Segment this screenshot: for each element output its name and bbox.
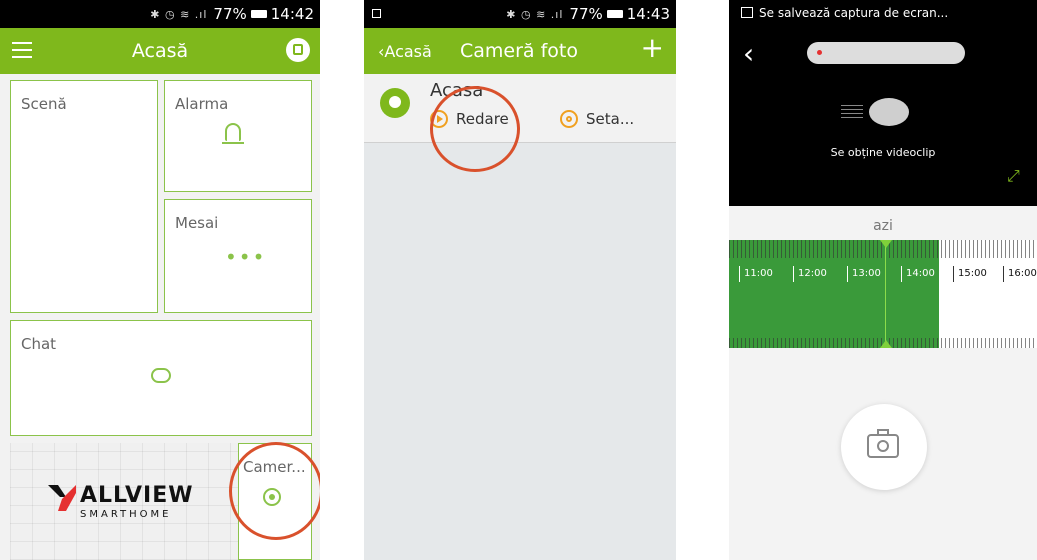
tile-chat-label: Chat: [21, 335, 57, 353]
battery-icon: [606, 10, 623, 18]
playback-timeline[interactable]: 11:00 12:00 13:00 14:00 15:00 16:00: [729, 240, 1037, 348]
highlight-circle: [430, 86, 520, 172]
camera-avatar-icon: [380, 88, 410, 118]
settings-icon[interactable]: [560, 110, 578, 128]
chat-bubble-icon: [151, 368, 171, 383]
tile-message[interactable]: Mesai •••: [164, 199, 312, 313]
add-camera-button[interactable]: +: [641, 34, 664, 62]
tile-alarm[interactable]: Alarma: [164, 80, 312, 192]
battery-icon: [250, 10, 267, 18]
tile-message-label: Mesai: [175, 214, 219, 232]
back-chevron-icon[interactable]: ‹: [743, 40, 754, 68]
timeline-hour: 11:00: [739, 266, 773, 282]
recording-indicator: [807, 42, 965, 64]
loading-mascot-icon: [869, 98, 909, 126]
highlight-circle: [229, 442, 320, 540]
motion-lines-icon: [841, 104, 863, 118]
signal-icons: ✱ ◷ ≋ .ıl: [150, 7, 208, 21]
more-dots-icon: •••: [225, 245, 267, 269]
page-title: Acasă: [131, 40, 189, 62]
notification-text: Se salvează captura de ecran...: [759, 6, 949, 20]
signal-icons: ✱ ◷ ≋ .ıl: [506, 7, 564, 21]
playhead[interactable]: [885, 240, 886, 348]
battery-percent: 77%: [213, 5, 247, 23]
notification-icon: [372, 9, 381, 18]
playhead-top-icon: [880, 240, 892, 248]
tile-alarm-label: Alarma: [175, 95, 229, 113]
camera-icon: [867, 429, 899, 458]
fullscreen-icon[interactable]: ⤢: [1007, 168, 1023, 184]
clock: 14:43: [626, 5, 670, 23]
phone-screen-playback: Se salvează captura de ecran... ‹ Se obț…: [729, 0, 1037, 560]
timeline-hour: 16:00: [1003, 266, 1037, 282]
app-header: ‹Acasă Cameră foto +: [364, 28, 676, 74]
page-title: Cameră foto: [460, 40, 578, 62]
phone-screen-cameras: ✱ ◷ ≋ .ıl 77% 14:43 ‹Acasă Cameră foto +…: [364, 0, 676, 560]
timeline-hour: 14:00: [901, 266, 935, 282]
screenshot-notification: Se salvează captura de ecran...: [741, 6, 948, 20]
timeline-hour: 13:00: [847, 266, 881, 282]
camera-list-item[interactable]: Acasa Redare Seta...: [364, 74, 676, 143]
brand-name: ALLVIEW: [80, 483, 194, 508]
battery-percent: 77%: [569, 5, 603, 23]
tile-scene[interactable]: Scenă: [10, 80, 158, 313]
status-bar: ✱ ◷ ≋ .ıl 77% 14:42: [0, 0, 320, 28]
brand-sub: SMARTHOME: [80, 509, 172, 520]
timeline-hour: 12:00: [793, 266, 827, 282]
settings-button[interactable]: Seta...: [586, 110, 634, 128]
playhead-bottom-icon: [880, 340, 892, 348]
tile-chat[interactable]: Chat: [10, 320, 312, 436]
loading-text: Se obține videoclip: [830, 146, 936, 159]
home-wifi-icon[interactable]: [286, 38, 310, 62]
snapshot-button[interactable]: [841, 404, 927, 490]
phone-screen-home: ✱ ◷ ≋ .ıl 77% 14:42 Acasă Scenă Alarma M…: [0, 0, 320, 560]
date-label: azi: [873, 218, 893, 234]
timeline-hour: 15:00: [953, 266, 987, 282]
video-player: Se salvează captura de ecran... ‹ Se obț…: [729, 0, 1037, 206]
tile-scene-label: Scenă: [21, 95, 67, 113]
bell-icon: [222, 123, 244, 144]
brand-banner: ALLVIEW SMARTHOME: [10, 443, 238, 560]
allview-logo-icon: [48, 485, 76, 511]
app-header: Acasă: [0, 28, 320, 74]
back-button[interactable]: ‹Acasă: [378, 42, 432, 61]
clock: 14:42: [270, 5, 314, 23]
image-icon: [741, 7, 753, 18]
status-bar: ✱ ◷ ≋ .ıl 77% 14:43: [364, 0, 676, 28]
